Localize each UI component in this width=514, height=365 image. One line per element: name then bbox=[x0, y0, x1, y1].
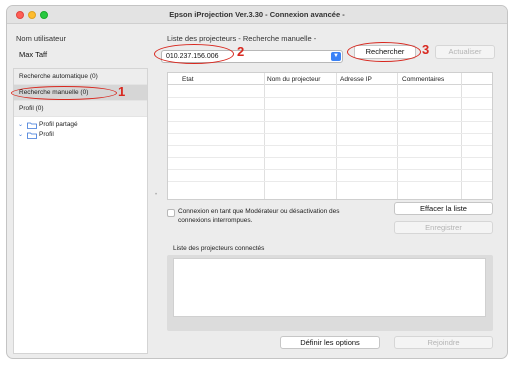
table-row[interactable] bbox=[168, 97, 492, 98]
title-bar: Epson iProjection Ver.3.30 - Connexion a… bbox=[7, 6, 507, 24]
folder-icon bbox=[27, 132, 37, 139]
column-header-ip-address[interactable]: Adresse IP bbox=[340, 76, 372, 83]
connected-projectors-label: Liste des projecteurs connectés bbox=[173, 245, 265, 252]
chevron-down-icon[interactable]: ⌄ bbox=[18, 130, 27, 140]
set-options-button[interactable]: Définir les options bbox=[280, 336, 380, 349]
table-row[interactable] bbox=[168, 157, 492, 158]
connected-projectors-panel bbox=[167, 255, 493, 331]
profile-tree: ⌄ Profil partagé ⌄ Profil bbox=[14, 117, 147, 140]
column-header-status[interactable]: Etat bbox=[182, 76, 194, 83]
table-header: Etat Nom du projecteur Adresse IP Commen… bbox=[168, 73, 492, 85]
app-window: Epson iProjection Ver.3.30 - Connexion a… bbox=[6, 5, 508, 359]
moderator-checkbox-line-2: connexions interrompues. bbox=[178, 216, 253, 224]
tree-row-shared-profile[interactable]: ⌄ Profil partagé bbox=[18, 120, 147, 130]
projector-table: Etat Nom du projecteur Adresse IP Commen… bbox=[167, 72, 493, 200]
user-name-value: Max Taff bbox=[19, 50, 48, 59]
connected-projectors-list[interactable] bbox=[173, 258, 486, 317]
refresh-button[interactable]: Actualiser bbox=[435, 45, 495, 59]
chevron-down-icon[interactable]: ⌄ bbox=[18, 120, 27, 130]
annotation-number-3: 3 bbox=[422, 42, 430, 57]
table-row[interactable] bbox=[168, 169, 492, 170]
chevron-down-icon[interactable]: ▼ bbox=[331, 52, 341, 61]
annotation-circle-1 bbox=[11, 86, 117, 100]
tree-label-shared-profile: Profil partagé bbox=[39, 121, 78, 128]
profile-item[interactable]: Profil (0) bbox=[14, 101, 147, 117]
save-button[interactable]: Enregistrer bbox=[394, 221, 493, 234]
folder-icon bbox=[27, 122, 37, 129]
search-auto-item[interactable]: Recherche automatique (0) bbox=[14, 69, 147, 85]
tree-row-profile[interactable]: ⌄ Profil bbox=[18, 130, 147, 140]
pane-splitter[interactable] bbox=[151, 24, 155, 358]
table-row[interactable] bbox=[168, 109, 492, 110]
table-row[interactable] bbox=[168, 121, 492, 122]
annotation-circle-2 bbox=[154, 44, 234, 64]
tree-label-profile: Profil bbox=[39, 131, 54, 138]
moderator-checkbox[interactable] bbox=[167, 209, 175, 217]
column-header-projector-name[interactable]: Nom du projecteur bbox=[267, 76, 320, 83]
table-row[interactable] bbox=[168, 133, 492, 134]
left-pane: Nom utilisateur Max Taff Recherche autom… bbox=[7, 24, 151, 358]
join-button[interactable]: Rejoindre bbox=[394, 336, 493, 349]
annotation-circle-3 bbox=[347, 42, 421, 62]
moderator-checkbox-label: Connexion en tant que Modérateur ou désa… bbox=[178, 208, 378, 225]
table-row[interactable] bbox=[168, 181, 492, 182]
annotation-number-1: 1 bbox=[118, 84, 126, 99]
projector-list-label: Liste des projecteurs - Recherche manuel… bbox=[167, 34, 317, 43]
splitter-handle[interactable]: • bbox=[155, 192, 157, 198]
user-name-label: Nom utilisateur bbox=[16, 34, 67, 43]
table-row[interactable] bbox=[168, 145, 492, 146]
search-mode-list: Recherche automatique (0) Recherche manu… bbox=[13, 68, 148, 354]
clear-list-button[interactable]: Effacer la liste bbox=[394, 202, 493, 215]
annotation-number-2: 2 bbox=[237, 44, 245, 59]
column-header-comments[interactable]: Commentaires bbox=[402, 76, 444, 83]
moderator-checkbox-line-1: Connexion en tant que Modérateur ou désa… bbox=[178, 208, 340, 215]
window-title: Epson iProjection Ver.3.30 - Connexion a… bbox=[169, 10, 345, 19]
